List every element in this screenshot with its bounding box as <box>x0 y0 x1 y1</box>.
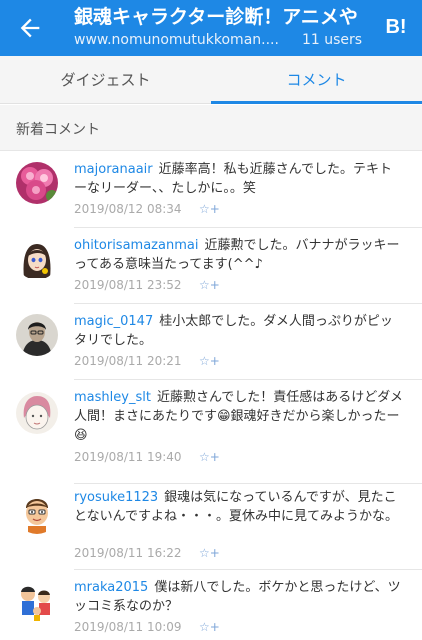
header-title-block: 銀魂キャラクター診断！アニメや www.nomunomutukkoman....… <box>74 4 364 52</box>
comment-body: magic_0147 桂小太郎でした。ダメ人間っぷりがピッタリでした。 <box>74 312 404 350</box>
hatena-bookmark-icon[interactable]: B! <box>381 14 411 40</box>
comment-date: 2019/08/11 16:22 <box>74 546 182 560</box>
page-title: 銀魂キャラクター診断！アニメや <box>74 6 358 28</box>
anime-girl-avatar-icon[interactable] <box>16 238 58 280</box>
comment-body: mashley_slt 近藤勲さんでした！責任感はあるけどダメ人間！まさにあたりで… <box>74 388 404 445</box>
list-item: ohitorisamazanmai 近藤勲でした。バナナがラッキーってある意味当た… <box>0 228 422 304</box>
comment-body: ohitorisamazanmai 近藤勲でした。バナナがラッキーってある意味当た… <box>74 236 404 274</box>
comment-username[interactable]: ohitorisamazanmai <box>74 238 198 253</box>
comment-username[interactable]: mashley_slt <box>74 390 151 405</box>
add-star-icon[interactable]: ☆+ <box>199 546 220 560</box>
pink-roses-avatar-icon[interactable] <box>16 162 58 204</box>
header-subrow: www.nomunomutukkoman.... 11 users <box>74 30 364 52</box>
list-item: ryosuke1123 銀魂は気になっているんですが、見たことないんですよね・・・… <box>0 484 422 570</box>
comment-date: 2019/08/11 10:09 <box>74 620 182 634</box>
comment-body: majoranaair 近藤率高！私も近藤さんでした。テキトーなリーダー、、たしか… <box>74 160 404 198</box>
comment-username[interactable]: majoranaair <box>74 162 153 177</box>
comment-username[interactable]: mraka2015 <box>74 580 148 595</box>
photo-man-avatar-icon[interactable] <box>16 314 58 356</box>
add-star-icon[interactable]: ☆+ <box>199 202 220 216</box>
back-arrow-icon[interactable] <box>16 14 44 42</box>
sketch-face-avatar-icon[interactable] <box>16 392 58 434</box>
list-item: magic_0147 桂小太郎でした。ダメ人間っぷりがピッタリでした。 2019/… <box>0 304 422 380</box>
bookmark-user-count[interactable]: 11 users <box>302 32 362 48</box>
tab-comments[interactable]: コメント <box>211 56 422 104</box>
add-star-icon[interactable]: ☆+ <box>199 620 220 634</box>
cartoon-boy-avatar-icon[interactable] <box>16 492 58 534</box>
tab-digest[interactable]: ダイジェスト <box>0 56 211 104</box>
page-url[interactable]: www.nomunomutukkoman.... <box>74 32 286 48</box>
tab-bar: ダイジェスト コメント <box>0 56 422 104</box>
comment-date: 2019/08/11 19:40 <box>74 450 182 464</box>
comment-body: mraka2015 僕は新八でした。ボケかと思ったけど、ツッコミ系なのか？ <box>74 578 404 616</box>
comment-date: 2019/08/11 20:21 <box>74 354 182 368</box>
list-item: mraka2015 僕は新八でした。ボケかと思ったけど、ツッコミ系なのか？ 201… <box>0 570 422 640</box>
add-star-icon[interactable]: ☆+ <box>199 278 220 292</box>
app-bar: 銀魂キャラクター診断！アニメや www.nomunomutukkoman....… <box>0 0 422 56</box>
family-cartoon-avatar-icon[interactable] <box>16 580 58 622</box>
add-star-icon[interactable]: ☆+ <box>199 354 220 368</box>
comment-body: ryosuke1123 銀魂は気になっているんですが、見たことないんですよね・・・… <box>74 488 404 526</box>
list-item: mashley_slt 近藤勲さんでした！責任感はあるけどダメ人間！まさにあたりで… <box>0 380 422 484</box>
add-star-icon[interactable]: ☆+ <box>199 450 220 464</box>
section-header: 新着コメント <box>0 105 422 151</box>
comment-username[interactable]: ryosuke1123 <box>74 490 158 505</box>
comment-date: 2019/08/12 08:34 <box>74 202 182 216</box>
section-title: 新着コメント <box>16 122 100 138</box>
comment-date: 2019/08/11 23:52 <box>74 278 182 292</box>
comment-username[interactable]: magic_0147 <box>74 314 153 329</box>
list-item: majoranaair 近藤率高！私も近藤さんでした。テキトーなリーダー、、たしか… <box>0 152 422 228</box>
